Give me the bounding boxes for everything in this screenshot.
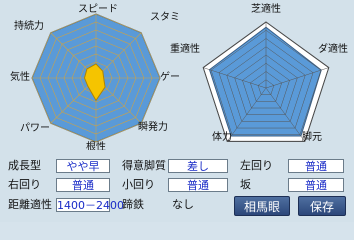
left-turn-label: 左回り (240, 159, 273, 172)
hoof-label: 蹄鉄 (122, 198, 144, 211)
horse-status-panel: スピードスタミナゲート瞬発力根性パワー気性持続力 芝適性ダ適性脚元体力重適性 成… (0, 0, 354, 222)
save-button[interactable]: 保存 (298, 196, 346, 216)
aptitude-axis-label: ダ適性 (318, 42, 348, 55)
distance-label: 距離適性 (8, 198, 52, 211)
aptitude-radar-grid (202, 21, 330, 142)
hoof-value: なし (172, 198, 194, 211)
small-turn-label: 小回り (122, 178, 155, 191)
aptitude-axis-label: 脚元 (302, 130, 322, 143)
aptitude-axis-label: 重適性 (170, 42, 200, 55)
small-turn-value: 普通 (168, 178, 228, 192)
strategy-value: 差し (168, 159, 228, 173)
right-turn-value: 普通 (56, 178, 110, 192)
slope-label: 坂 (240, 178, 251, 191)
soma-eye-button[interactable]: 相馬眼 (234, 196, 290, 216)
strategy-label: 得意脚質 (122, 159, 166, 172)
aptitude-axis-label: 芝適性 (251, 2, 281, 15)
growth-label: 成長型 (8, 159, 41, 172)
growth-value: やや早 (56, 159, 110, 173)
slope-value: 普通 (288, 178, 344, 192)
aptitude-axis-label: 体力 (212, 130, 232, 143)
left-turn-value: 普通 (288, 159, 344, 173)
aptitude-radar-chart: 芝適性ダ適性脚元 体力 重適性 (170, 2, 348, 143)
right-turn-label: 右回り (8, 178, 41, 191)
aptitude-value-polygon (208, 26, 322, 137)
distance-value: 1400－2400 (56, 198, 124, 212)
